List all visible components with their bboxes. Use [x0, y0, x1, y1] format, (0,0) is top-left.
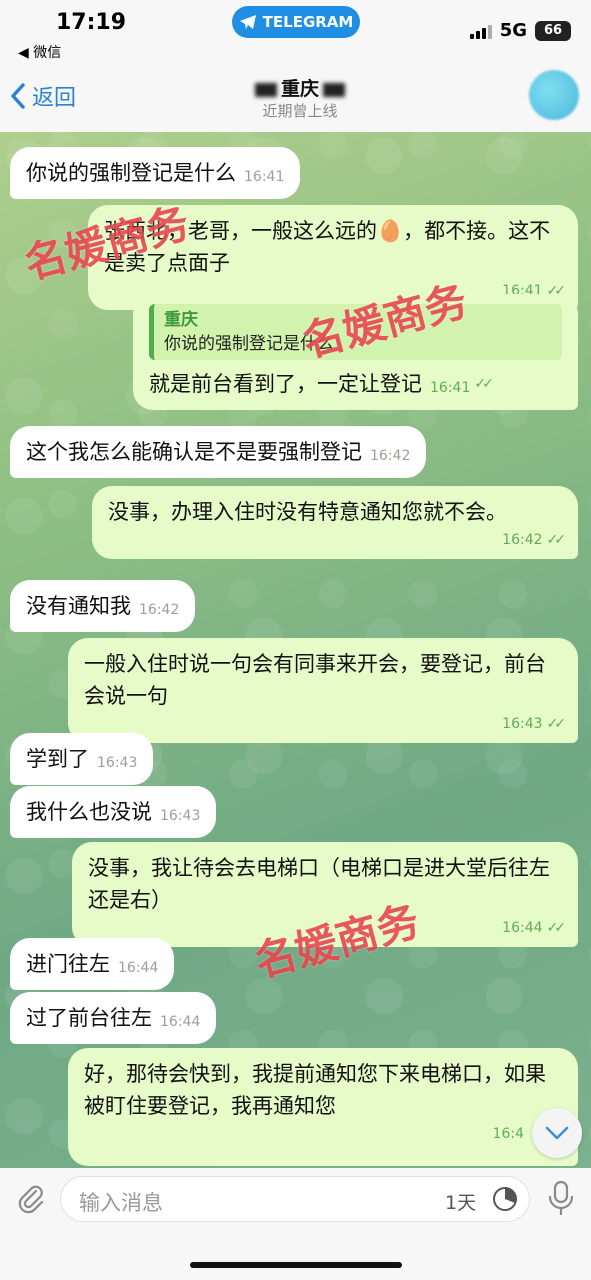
message-time: 16:44	[118, 960, 159, 976]
message-incoming[interactable]: 过了前台往左 16:44	[10, 992, 217, 1044]
message-time: 16:43	[160, 808, 201, 824]
message-text: 没事，我让待会去电梯口（电梯口是进大堂后往左还是右）	[88, 856, 550, 912]
message-text: 你说的强制登记是什么	[26, 161, 236, 185]
message-input[interactable]: 输入消息 1天	[60, 1176, 530, 1222]
message-time: 16:44	[160, 1014, 201, 1030]
network-label: 5G	[499, 20, 527, 41]
status-time: 17:19	[56, 10, 127, 35]
message-incoming[interactable]: 你说的强制登记是什么 16:41	[10, 147, 301, 199]
redacted-mark	[323, 82, 345, 97]
message-incoming[interactable]: 这个我怎么能确认是不是要强制登记 16:42	[10, 426, 427, 478]
message-text: 就是前台看到了，一定让登记	[149, 372, 422, 396]
chevron-left-icon	[11, 83, 25, 109]
message-text: 过了前台往左	[26, 1006, 152, 1030]
message-outgoing[interactable]: 好，那待会快到，我提前通知您下来电梯口，如果被盯住要登记，我再通知您 16:4	[68, 1048, 578, 1166]
chat-status: 近期曾上线	[262, 102, 338, 120]
message-time: 16:41	[430, 380, 471, 396]
paperclip-icon[interactable]	[14, 1182, 48, 1216]
message-text: 我什么也没说	[26, 800, 152, 824]
back-label: 返回	[32, 86, 77, 111]
avatar[interactable]	[529, 70, 579, 120]
message-outgoing[interactable]: 没事，办理入住时没有特意通知您就不会。 16:42 ✓✓	[92, 486, 578, 559]
read-check-icon: ✓✓	[546, 716, 567, 732]
message-text: 进门往左	[26, 952, 110, 976]
redacted-mark	[254, 82, 277, 97]
home-indicator	[190, 1262, 402, 1268]
composer-bar: 输入消息 1天	[0, 1168, 591, 1280]
message-time: 16:4	[492, 1126, 524, 1142]
message-text: 一般入住时说一句会有同事来开会，要登记，前台会说一句	[84, 652, 546, 708]
message-time: 16:42	[139, 602, 180, 618]
message-time: 16:43	[502, 716, 543, 732]
chat-title[interactable]: 重庆	[190, 74, 410, 101]
message-time: 16:44	[502, 920, 543, 936]
timer-icon[interactable]	[491, 1185, 519, 1213]
back-to-app-link[interactable]: ◀ 微信	[18, 42, 61, 62]
telegram-pill[interactable]: TELEGRAM	[232, 6, 360, 38]
status-indicators: 5G 66	[469, 20, 571, 41]
top-bar: 17:19 ◀ 微信 TELEGRAM 5G 66 返回 重庆 近期曾上线	[0, 0, 591, 132]
read-check-icon: ✓✓	[546, 532, 567, 548]
message-incoming[interactable]: 学到了 16:43	[10, 733, 154, 785]
message-time: 16:42	[502, 532, 543, 548]
message-text: 这个我怎么能确认是不是要强制登记	[26, 440, 362, 464]
back-button[interactable]: 返回	[10, 80, 76, 112]
auto-delete-label: 1天	[445, 1192, 477, 1214]
microphone-icon[interactable]	[546, 1180, 576, 1216]
message-incoming[interactable]: 我什么也没说 16:43	[10, 786, 217, 838]
message-incoming[interactable]: 没有通知我 16:42	[10, 580, 196, 632]
chevron-down-icon	[545, 1126, 569, 1140]
scroll-to-bottom-button[interactable]	[532, 1108, 582, 1158]
read-check-icon: ✓✓	[546, 920, 567, 936]
message-outgoing[interactable]: 一般入住时说一句会有同事来开会，要登记，前台会说一句 16:43 ✓✓	[68, 638, 578, 743]
message-text: 没事，办理入住时没有特意通知您就不会。	[108, 500, 507, 524]
signal-icon	[469, 23, 492, 39]
read-check-icon: ✓✓	[474, 376, 494, 392]
message-text: 没有通知我	[26, 594, 131, 618]
message-time: 16:41	[244, 169, 285, 185]
message-text: 好，那待会快到，我提前通知您下来电梯口，如果被盯住要登记，我再通知您	[84, 1062, 546, 1118]
battery-icon: 66	[535, 20, 571, 41]
message-text: 学到了	[26, 747, 89, 771]
chat-title-text: 重庆	[280, 78, 319, 100]
message-time: 16:42	[370, 448, 411, 464]
telegram-label: TELEGRAM	[262, 13, 354, 31]
message-input-placeholder: 输入消息	[79, 1191, 163, 1215]
message-incoming[interactable]: 进门往左 16:44	[10, 938, 175, 990]
telegram-icon	[239, 15, 256, 29]
message-time: 16:43	[97, 755, 138, 771]
